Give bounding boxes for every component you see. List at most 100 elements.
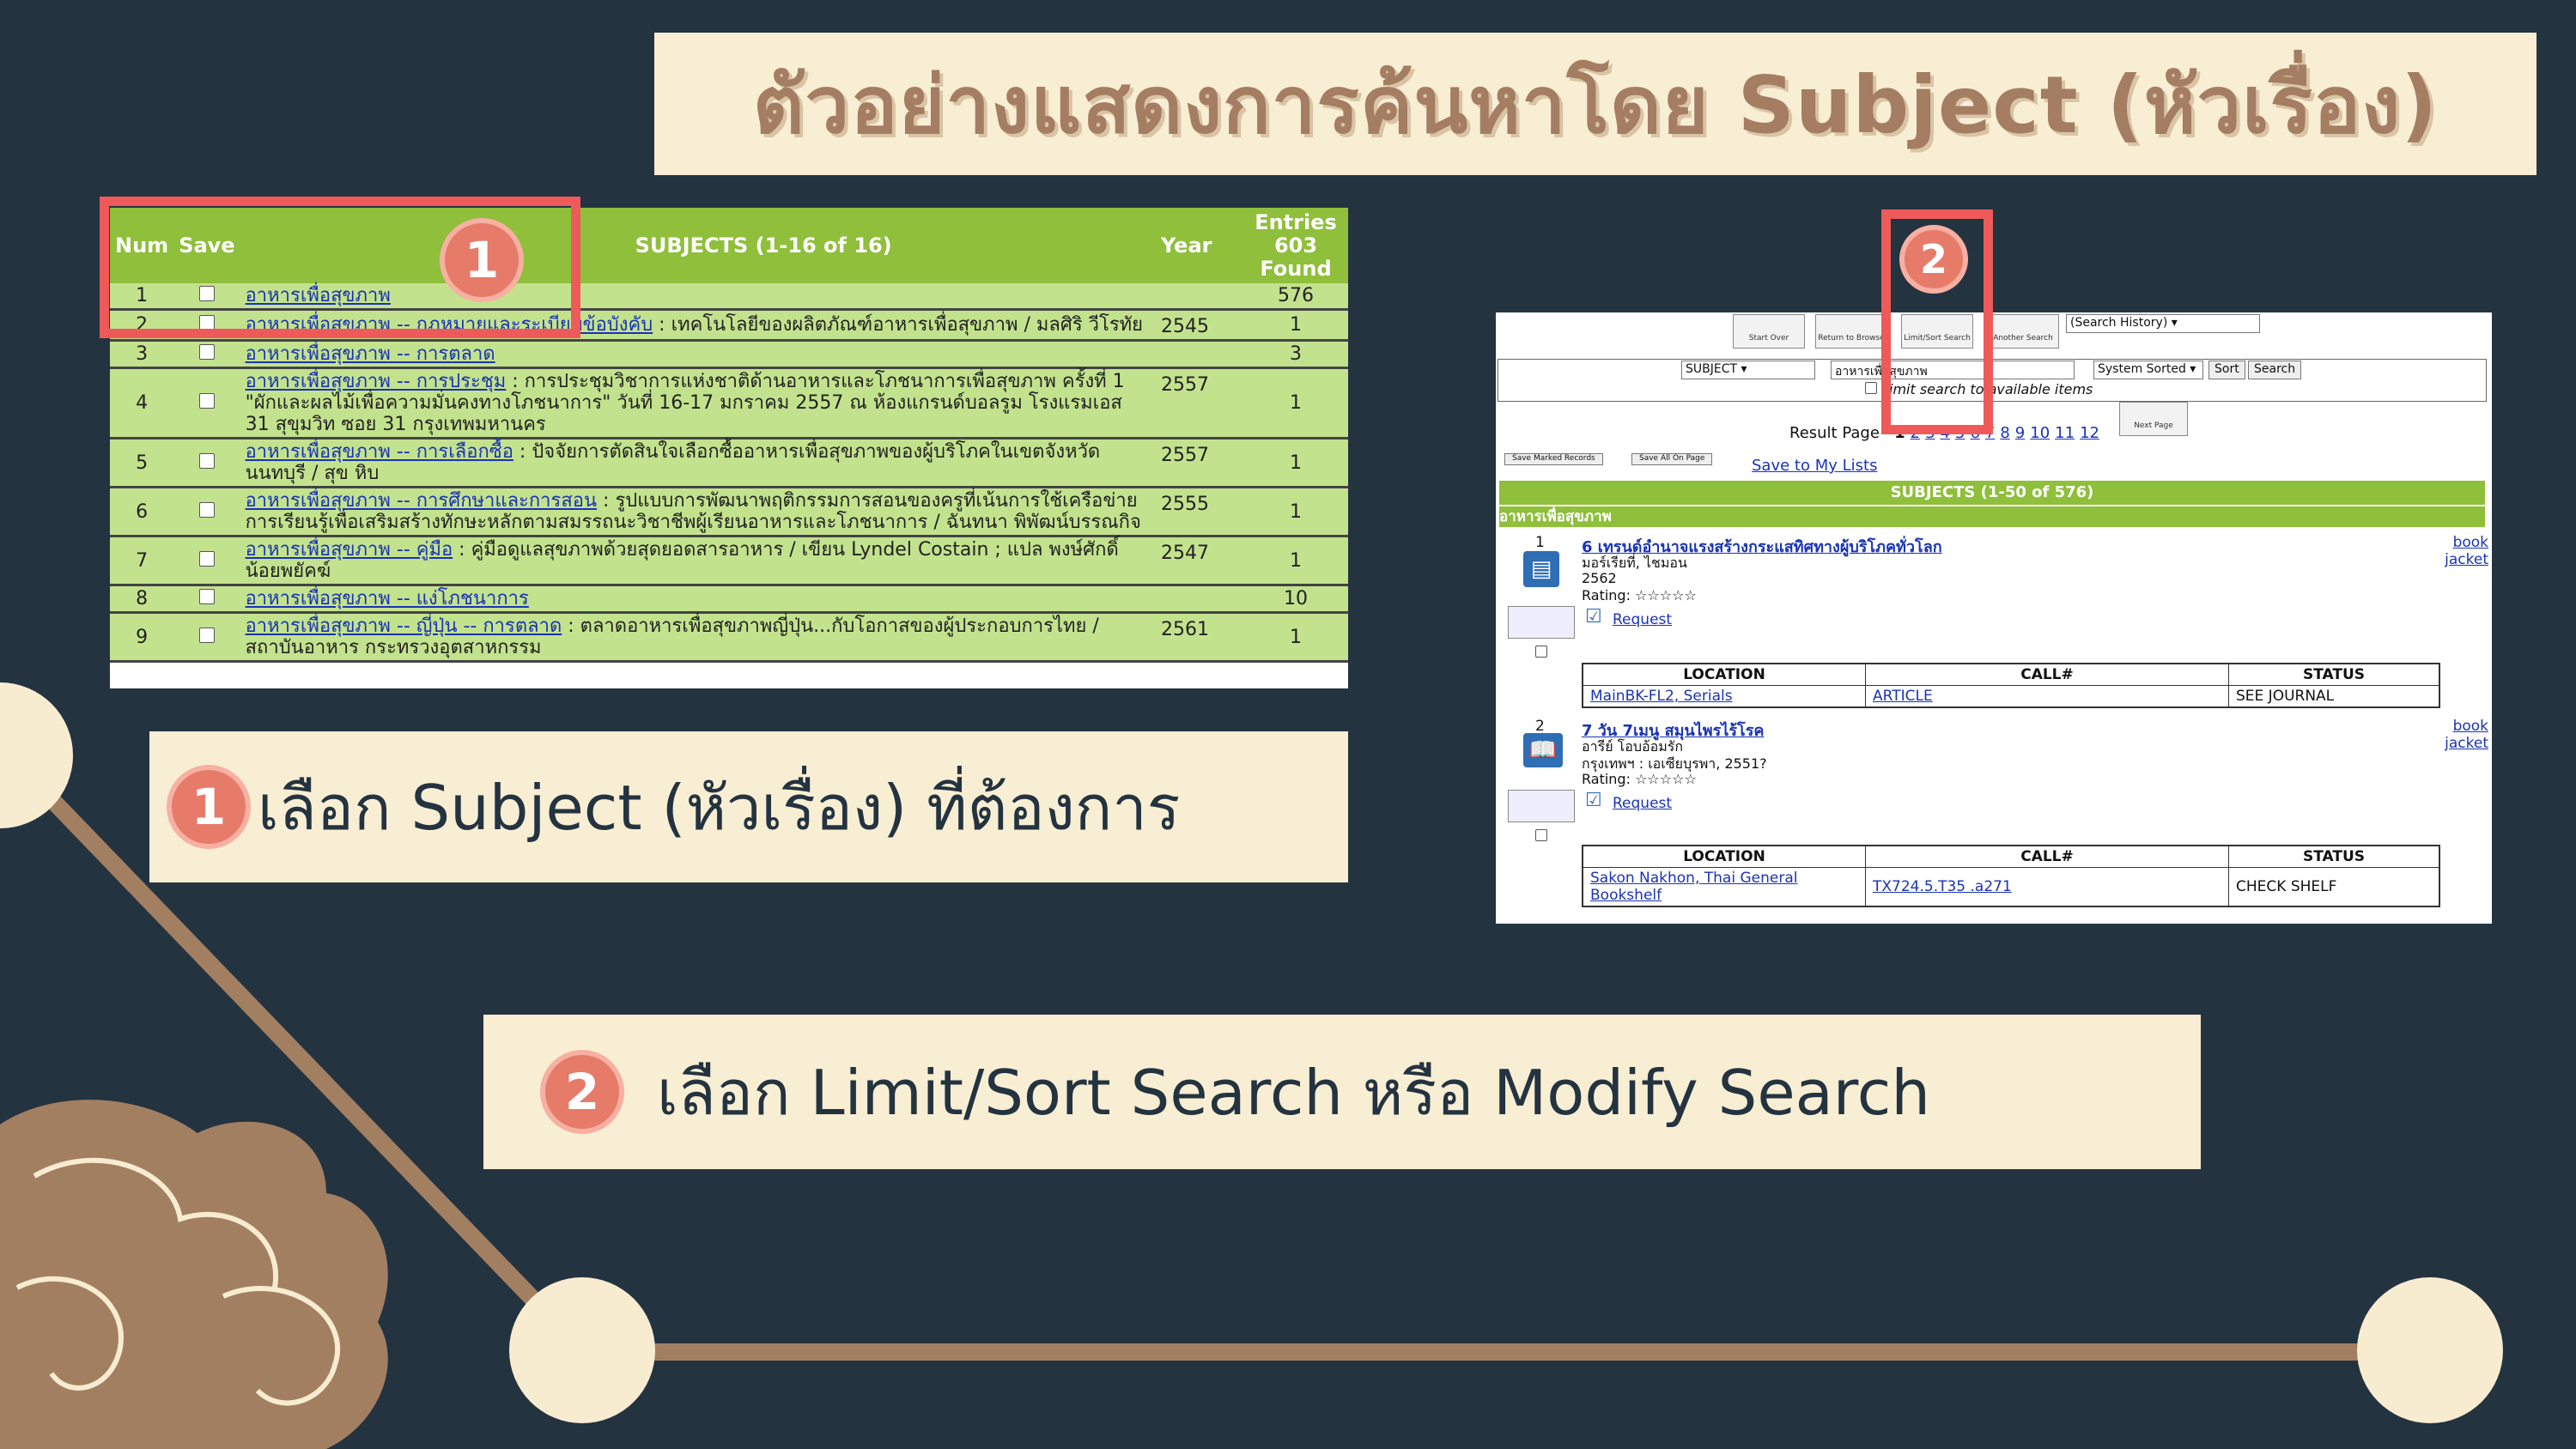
search-button[interactable]: Search xyxy=(2248,361,2302,379)
save-to-lists-icon[interactable] xyxy=(1508,606,1575,639)
badge-1-label: 1 xyxy=(464,231,500,289)
subject-link[interactable]: อาหารเพื่อสุขภาพ -- แง่โภชนาการ xyxy=(246,588,529,609)
save-all-label: Save All On Page xyxy=(1639,454,1705,463)
subject-link[interactable]: อาหารเพื่อสุขภาพ -- การตลาด xyxy=(246,343,495,365)
row-num: 5 xyxy=(110,438,174,488)
caption-2-text: เลือก Limit/Sort Search หรือ Modify Sear… xyxy=(657,1056,1930,1129)
record-num: 1 xyxy=(1535,534,1545,551)
subject-row: 7 อาหารเพื่อสุขภาพ -- คู่มือ : คู่มือดูแล… xyxy=(110,536,1348,586)
row-count: 10 xyxy=(1243,585,1348,614)
status-value: CHECK SHELF xyxy=(2228,867,2440,907)
status-value: SEE JOURNAL xyxy=(2228,685,2440,708)
record-checkbox[interactable] xyxy=(1535,646,1547,658)
book-icon: 📖 xyxy=(1523,733,1563,767)
book-jacket-link[interactable]: book jacket xyxy=(2430,534,2488,568)
another-search-button[interactable]: Another Search xyxy=(1987,314,2059,349)
caption-1-badge-label: 1 xyxy=(191,778,227,836)
row-count: 1 xyxy=(1243,438,1348,488)
save-to-lists-link[interactable]: Save to My Lists xyxy=(1752,457,1877,475)
subject-desc: : เทคโนโลยีของผลิตภัณฑ์อาหารเพื่อสุขภาพ … xyxy=(653,314,1144,336)
caption-1-badge: 1 xyxy=(167,765,251,849)
limit-checkbox[interactable] xyxy=(1865,382,1877,394)
decor-circle-middle xyxy=(509,1277,655,1423)
save-to-lists-icon[interactable] xyxy=(1508,790,1575,822)
row-year: 2547 xyxy=(1156,536,1243,586)
subjects-bar: SUBJECTS (1-50 of 576) xyxy=(1499,481,2485,505)
location-link[interactable]: Sakon Nakhon, Thai General Bookshelf xyxy=(1590,870,1797,904)
subject-link[interactable]: อาหารเพื่อสุขภาพ -- ญี่ปุ่น -- การตลาด xyxy=(246,615,562,637)
subject-link[interactable]: อาหารเพื่อสุขภาพ -- การเลือกซื้อ xyxy=(246,441,513,463)
subjects-bar-label: SUBJECTS (1-50 of 576) xyxy=(1890,483,2094,501)
request-check-icon: ☑ xyxy=(1585,790,1602,811)
page-link-9[interactable]: 9 xyxy=(2015,424,2025,442)
subject-link[interactable]: อาหารเพื่อสุขภาพ -- การศึกษาและการสอน xyxy=(246,490,597,512)
opac-screenshot: Start Over Return to Browse Limit/Sort S… xyxy=(1496,312,2492,924)
save-checkbox[interactable] xyxy=(198,344,215,360)
page-title-box: ตัวอย่างแสดงการค้นหาโดย Subject (หัวเรื่… xyxy=(654,33,2537,175)
row-subject: อาหารเพื่อสุขภาพ -- คู่มือ : คู่มือดูแลส… xyxy=(240,536,1156,586)
save-checkbox[interactable] xyxy=(198,550,215,567)
start-over-button[interactable]: Start Over xyxy=(1733,314,1805,349)
save-checkbox[interactable] xyxy=(198,452,215,469)
page-link-11[interactable]: 11 xyxy=(2055,424,2075,442)
return-to-browse-label: Return to Browse xyxy=(1818,334,1885,343)
save-checkbox[interactable] xyxy=(198,393,215,409)
caption-2-badge: 2 xyxy=(540,1050,624,1134)
status-header: STATUS xyxy=(2228,663,2440,686)
row-subject: อาหารเพื่อสุขภาพ -- แง่โภชนาการ xyxy=(240,585,1156,614)
row-subject: อาหารเพื่อสุขภาพ -- การตลาด xyxy=(240,340,1156,369)
subject-row: 8 อาหารเพื่อสุขภาพ -- แง่โภชนาการ 10 xyxy=(110,585,1348,614)
row-subject: อาหารเพื่อสุขภาพ -- การประชุม : การประชุ… xyxy=(240,367,1156,440)
subject-row: 4 อาหารเพื่อสุขภาพ -- การประชุม : การประช… xyxy=(110,367,1348,440)
status-header: STATUS xyxy=(2228,845,2440,868)
row-save xyxy=(173,585,240,614)
page-link-12[interactable]: 12 xyxy=(2080,424,2099,442)
save-checkbox[interactable] xyxy=(198,501,215,518)
record-checkbox[interactable] xyxy=(1535,829,1547,841)
call-header: CALL# xyxy=(1865,845,2229,868)
save-checkbox[interactable] xyxy=(198,589,215,604)
subject-row: 3 อาหารเพื่อสุขภาพ -- การตลาด 3 xyxy=(110,340,1348,369)
subject-link[interactable]: อาหารเพื่อสุขภาพ -- คู่มือ xyxy=(246,539,453,561)
badge-2: 2 xyxy=(1899,225,1968,294)
subject-link[interactable]: อาหารเพื่อสุขภาพ -- การประชุม xyxy=(246,371,507,392)
row-count: 1 xyxy=(1243,536,1348,586)
row-count: 3 xyxy=(1243,340,1348,369)
row-subject: อาหารเพื่อสุขภาพ -- การเลือกซื้อ : ปัจจั… xyxy=(240,438,1156,488)
location-link[interactable]: MainBK-FL2, Serials xyxy=(1590,688,1733,705)
search-history-select[interactable]: (Search History) ▾ xyxy=(2066,314,2260,333)
subject-heading-label: อาหารเพื่อสุขภาพ xyxy=(1499,508,1612,525)
request-link[interactable]: Request xyxy=(1613,795,1672,812)
row-count: 1 xyxy=(1243,309,1348,342)
search-type-select[interactable]: SUBJECT ▾ xyxy=(1681,361,1815,379)
book-jacket-link[interactable]: book jacket xyxy=(2430,718,2488,752)
return-to-browse-button[interactable]: Return to Browse xyxy=(1815,314,1887,349)
request-link[interactable]: Request xyxy=(1613,611,1672,628)
row-count: 1 xyxy=(1243,612,1348,663)
another-search-label: Another Search xyxy=(1993,334,2053,343)
row-save xyxy=(173,438,240,488)
row-year xyxy=(1156,340,1243,369)
row-num: 6 xyxy=(110,487,174,537)
sort-select-value: System Sorted xyxy=(2098,362,2186,376)
record-1-holdings: LOCATION CALL# STATUS MainBK-FL2, Serial… xyxy=(1582,663,2440,708)
subject-row: 5 อาหารเพื่อสุขภาพ -- การเลือกซื้อ : ปัจจ… xyxy=(110,438,1348,488)
page-link-10[interactable]: 10 xyxy=(2030,424,2050,442)
call-number-link[interactable]: ARTICLE xyxy=(1873,688,1933,705)
call-number-link[interactable]: TX724.5.T35 .a271 xyxy=(1873,878,2012,895)
row-count: 576 xyxy=(1243,283,1348,311)
save-checkbox[interactable] xyxy=(198,627,215,643)
row-year: 2555 xyxy=(1156,487,1243,537)
sort-button[interactable]: Sort xyxy=(2208,361,2245,379)
record-pub: 2562 xyxy=(1582,570,1617,586)
sort-select[interactable]: System Sorted ▾ xyxy=(2093,361,2203,379)
row-num: 8 xyxy=(110,585,174,614)
row-count: 1 xyxy=(1243,367,1348,440)
page-link-8[interactable]: 8 xyxy=(2000,424,2009,442)
request-check-icon: ☑ xyxy=(1585,606,1602,627)
next-page-button[interactable]: Next Page xyxy=(2119,402,2188,436)
badge-2-label: 2 xyxy=(1919,236,1947,282)
save-marked-button[interactable]: Save Marked Records xyxy=(1504,453,1603,465)
search-button-label: Search xyxy=(2254,362,2296,376)
save-all-button[interactable]: Save All On Page xyxy=(1631,453,1713,465)
